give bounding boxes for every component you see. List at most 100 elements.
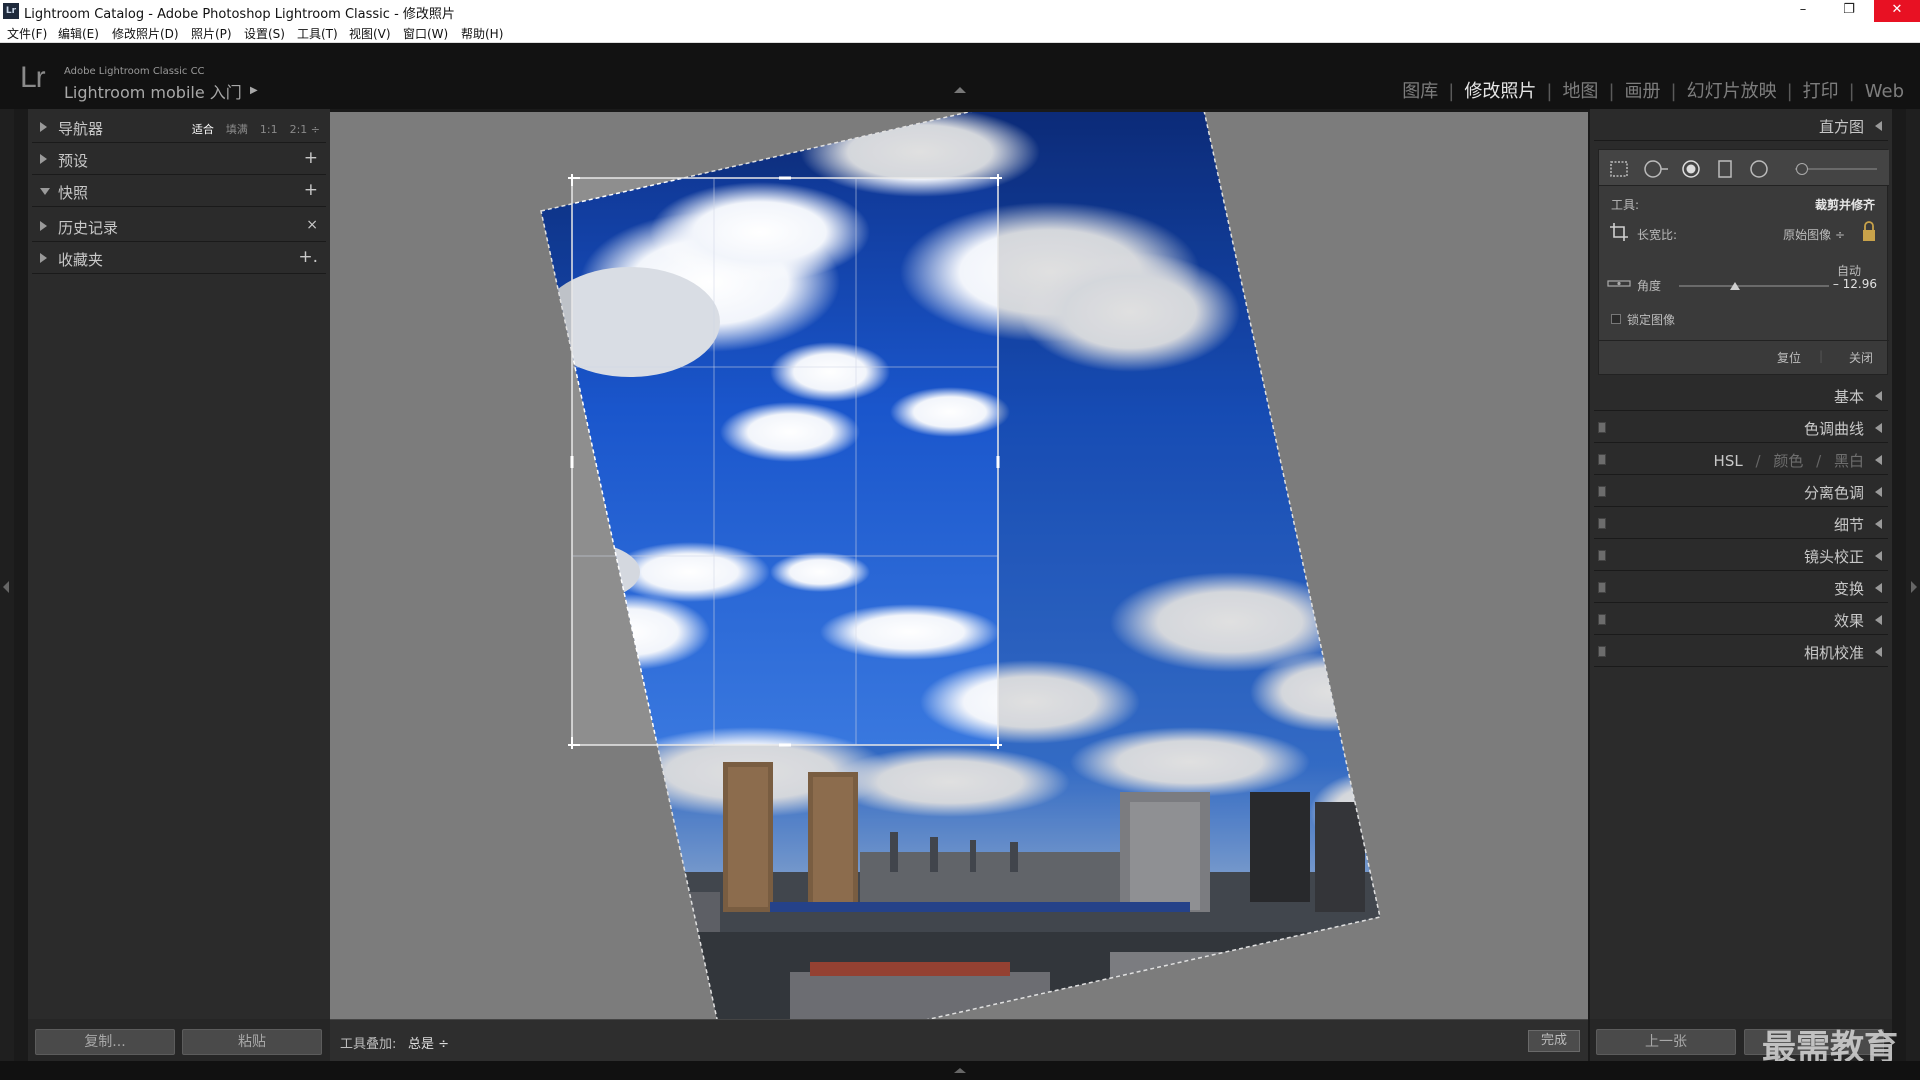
section-basic[interactable]: 基本 bbox=[1594, 381, 1888, 411]
collapse-triangle-icon bbox=[1875, 121, 1882, 131]
presets-header[interactable]: 预设 + bbox=[32, 145, 326, 175]
zoom-fit[interactable]: 适合 bbox=[192, 123, 214, 136]
panel-switch[interactable] bbox=[1598, 454, 1606, 465]
history-header[interactable]: 历史记录 × bbox=[32, 212, 326, 242]
graduated-filter-icon[interactable] bbox=[1715, 159, 1735, 179]
restore-button[interactable]: ❐ bbox=[1826, 0, 1872, 22]
section-split-toning[interactable]: 分离色调 bbox=[1594, 477, 1888, 507]
menu-tools[interactable]: 工具(T) bbox=[297, 25, 338, 42]
navigator-header[interactable]: 导航器 适合 填满 1:1 2:1 ÷ bbox=[32, 113, 326, 143]
add-collection-icon[interactable]: +. bbox=[298, 247, 318, 267]
previous-button[interactable]: 上一张 bbox=[1596, 1029, 1736, 1055]
menu-settings[interactable]: 设置(S) bbox=[244, 25, 285, 42]
menu-window[interactable]: 窗口(W) bbox=[403, 25, 448, 42]
menu-develop[interactable]: 修改照片(D) bbox=[112, 25, 179, 42]
module-slideshow[interactable]: 幻灯片放映 bbox=[1687, 77, 1777, 103]
panel-switch[interactable] bbox=[1598, 614, 1606, 625]
module-library[interactable]: 图库 bbox=[1402, 77, 1438, 103]
panel-switch[interactable] bbox=[1598, 518, 1606, 529]
module-web[interactable]: Web bbox=[1865, 81, 1904, 102]
clear-history-icon[interactable]: × bbox=[306, 217, 318, 233]
minimize-button[interactable]: – bbox=[1780, 0, 1826, 22]
tool-overlay-select[interactable]: 总是 ÷ bbox=[408, 1033, 449, 1052]
module-book[interactable]: 画册 bbox=[1625, 77, 1661, 103]
collapse-triangle-icon bbox=[1875, 551, 1882, 561]
add-preset-icon[interactable]: + bbox=[304, 148, 318, 168]
spot-removal-icon[interactable] bbox=[1643, 159, 1669, 179]
module-picker: 图库 | 修改照片 | 地图 | 画册 | 幻灯片放映 | 打印 | Web bbox=[1402, 77, 1904, 103]
close-crop-button[interactable]: 关闭 bbox=[1849, 349, 1873, 366]
menu-edit[interactable]: 编辑(E) bbox=[58, 25, 99, 42]
red-eye-icon[interactable] bbox=[1681, 159, 1701, 179]
lock-icon[interactable] bbox=[1861, 220, 1877, 242]
angle-slider-knob[interactable] bbox=[1729, 282, 1740, 290]
collapse-triangle-icon bbox=[40, 188, 50, 195]
section-lens-corrections[interactable]: 镜头校正 bbox=[1594, 541, 1888, 571]
photo-canvas[interactable] bbox=[330, 112, 1588, 1019]
radial-filter-icon[interactable] bbox=[1749, 159, 1769, 179]
collapse-triangle-icon bbox=[1875, 583, 1882, 593]
straighten-level-icon[interactable] bbox=[1607, 276, 1631, 290]
title-bar: Lr Lightroom Catalog - Adobe Photoshop L… bbox=[0, 0, 1920, 22]
menu-help[interactable]: 帮助(H) bbox=[461, 25, 503, 42]
menu-view[interactable]: 视图(V) bbox=[349, 25, 391, 42]
crop-overlay-icon[interactable] bbox=[1609, 159, 1629, 179]
panel-switch[interactable] bbox=[1598, 486, 1606, 497]
tool-name: 裁剪并修齐 bbox=[1814, 198, 1875, 212]
expand-triangle-icon bbox=[40, 253, 47, 263]
right-panel: 直方图 工具: 裁剪并修齐 长宽比: 原始图像 ÷ 自动 角度 – 12.96 … bbox=[1590, 109, 1892, 1019]
tab-black-white[interactable]: 黑白 bbox=[1834, 452, 1864, 470]
zoom-2-1[interactable]: 2:1 ÷ bbox=[290, 123, 320, 136]
tool-label: 工具: bbox=[1611, 198, 1640, 212]
bottom-toolbar: 工具叠加: 总是 ÷ 完成 bbox=[330, 1019, 1588, 1061]
histogram-header[interactable]: 直方图 bbox=[1594, 111, 1888, 141]
zoom-1-1[interactable]: 1:1 bbox=[260, 123, 278, 136]
lock-image-label: 锁定图像 bbox=[1627, 313, 1676, 327]
collections-header[interactable]: 收藏夹 +. bbox=[32, 244, 326, 274]
section-detail[interactable]: 细节 bbox=[1594, 509, 1888, 539]
angle-slider[interactable] bbox=[1679, 285, 1829, 287]
left-panel-toggle-icon[interactable] bbox=[3, 581, 9, 593]
right-panel-toggle-icon[interactable] bbox=[1911, 581, 1917, 593]
aspect-select[interactable]: 原始图像 ÷ bbox=[1783, 226, 1845, 243]
adjustment-brush-icon[interactable] bbox=[1796, 163, 1808, 175]
menu-photo[interactable]: 照片(P) bbox=[191, 25, 232, 42]
crop-view[interactable] bbox=[330, 112, 1588, 1019]
play-arrow-icon[interactable]: ▶ bbox=[250, 85, 258, 96]
add-snapshot-icon[interactable]: + bbox=[304, 180, 318, 200]
paste-settings-button[interactable]: 粘贴 bbox=[182, 1029, 322, 1055]
tab-hsl[interactable]: HSL bbox=[1714, 452, 1743, 470]
section-tone-curve[interactable]: 色调曲线 bbox=[1594, 413, 1888, 443]
lock-image-checkbox[interactable] bbox=[1611, 314, 1621, 324]
section-hsl[interactable]: HSL / 颜色 / 黑白 bbox=[1594, 445, 1888, 475]
lightroom-mobile-link[interactable]: Lightroom mobile 入门 bbox=[64, 79, 242, 103]
angle-value[interactable]: – 12.96 bbox=[1833, 277, 1877, 291]
expand-triangle-icon bbox=[40, 221, 47, 231]
panel-switch[interactable] bbox=[1598, 550, 1606, 561]
aspect-label: 长宽比: bbox=[1637, 228, 1678, 242]
tab-color[interactable]: 颜色 bbox=[1773, 452, 1803, 470]
panel-switch[interactable] bbox=[1598, 582, 1606, 593]
filmstrip-toggle-icon[interactable] bbox=[954, 1068, 966, 1073]
menu-file[interactable]: 文件(F) bbox=[7, 25, 47, 42]
done-button[interactable]: 完成 bbox=[1528, 1030, 1580, 1052]
section-transform[interactable]: 变换 bbox=[1594, 573, 1888, 603]
reset-crop-button[interactable]: 复位 bbox=[1777, 349, 1801, 366]
top-panel-toggle-icon[interactable] bbox=[954, 87, 966, 93]
close-button[interactable]: ✕ bbox=[1874, 0, 1920, 22]
section-effects[interactable]: 效果 bbox=[1594, 605, 1888, 635]
section-camera-calibration[interactable]: 相机校准 bbox=[1594, 637, 1888, 667]
snapshots-header[interactable]: 快照 + bbox=[32, 177, 326, 207]
zoom-fill[interactable]: 填满 bbox=[226, 123, 248, 136]
collapse-triangle-icon bbox=[1875, 519, 1882, 529]
panel-switch[interactable] bbox=[1598, 646, 1606, 657]
copy-settings-button[interactable]: 复制... bbox=[35, 1029, 175, 1055]
collapse-triangle-icon bbox=[1875, 455, 1882, 465]
module-develop[interactable]: 修改照片 bbox=[1464, 77, 1536, 103]
panel-switch[interactable] bbox=[1598, 422, 1606, 433]
module-print[interactable]: 打印 bbox=[1803, 77, 1839, 103]
window-title: Lightroom Catalog - Adobe Photoshop Ligh… bbox=[24, 7, 455, 22]
lr-logo: Lr bbox=[20, 61, 46, 94]
module-map[interactable]: 地图 bbox=[1562, 77, 1598, 103]
angle-label: 角度 bbox=[1637, 279, 1662, 293]
